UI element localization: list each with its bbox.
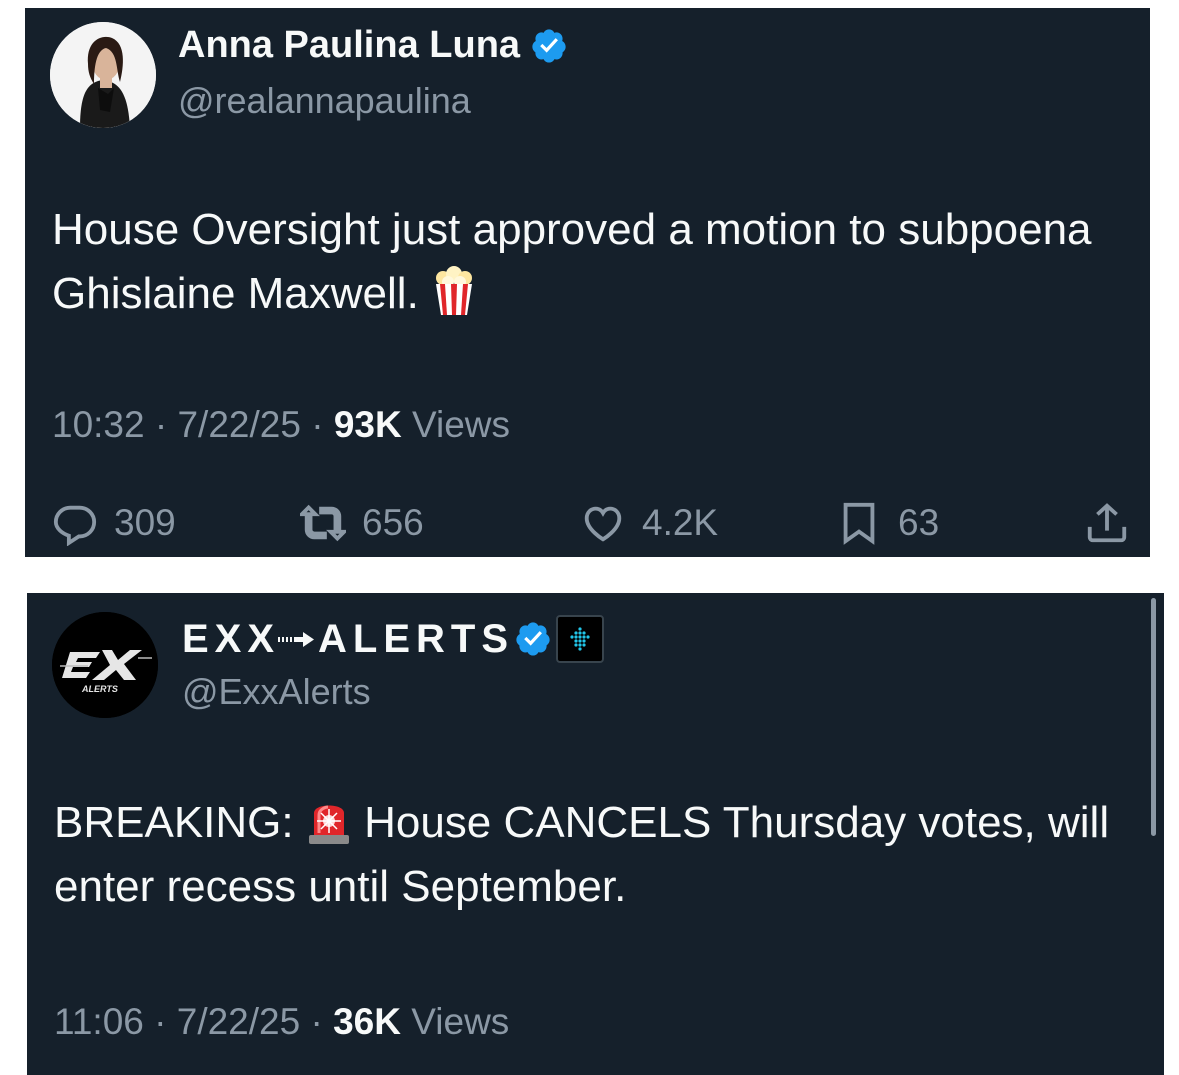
like-count: 4.2K [642,502,719,543]
tweet-meta: 10:32 · 7/22/25 · 93K Views [52,404,510,446]
views-label: Views [411,1001,510,1042]
meta-separator: · [311,404,324,445]
repost-count: 656 [362,502,424,543]
affiliate-logo-icon [570,627,590,651]
tweet-card-anna-paulina-luna[interactable]: Anna Paulina Luna @realannapaulina House… [25,8,1150,557]
tweet-text-lead: BREAKING: [54,798,306,847]
bookmark-button[interactable]: 63 [836,500,939,546]
profile-photo [50,22,156,128]
share-button[interactable] [1084,500,1130,546]
repost-icon [300,504,346,542]
display-name-right[interactable]: ALERTS [318,617,514,662]
avatar-text: ALERTS [81,684,118,694]
scrollbar[interactable] [1151,598,1156,836]
reply-icon [53,505,97,546]
display-name-row[interactable]: EXX ALERTS [182,615,605,663]
bookmark-icon [843,502,875,545]
tweet-date[interactable]: 7/22/25 [177,1001,300,1042]
tweet-time[interactable]: 10:32 [52,404,145,445]
arrow-right-icon [278,632,315,647]
police-light-emoji-icon [308,805,349,844]
verified-badge-icon [532,28,566,63]
repost-button[interactable]: 656 [300,500,424,546]
meta-separator: · [154,404,168,445]
tweet-card-exx-alerts[interactable]: ALERTS EXX ALERTS @ExxAlerts BREAKING: H… [27,593,1164,1075]
display-name-row[interactable]: Anna Paulina Luna [178,24,568,67]
action-bar: 309 656 4.2K 63 [52,500,1127,552]
tweet-text-main: House Oversight just approved a motion t… [52,205,1104,318]
tweet-text: BREAKING: House CANCELS Thursday votes, … [54,791,1154,919]
heart-icon [584,506,622,542]
tweet-time[interactable]: 11:06 [54,1001,144,1042]
views-count: 36K [333,1001,401,1042]
display-name-left[interactable]: EXX [182,617,280,662]
tweet-text: House Oversight just approved a motion t… [52,198,1132,326]
share-icon [1087,503,1127,543]
views-count: 93K [333,404,402,445]
meta-separator: · [154,1001,167,1042]
verified-badge-icon [516,622,550,656]
affiliate-badge[interactable] [556,615,605,663]
meta-separator: · [310,1001,323,1042]
handle[interactable]: @ExxAlerts [182,671,371,713]
reply-count: 309 [114,502,176,543]
avatar[interactable]: ALERTS [52,612,158,718]
reply-button[interactable]: 309 [52,500,176,546]
handle[interactable]: @realannapaulina [178,80,471,122]
bookmark-count: 63 [898,502,940,543]
tweet-meta: 11:06 · 7/22/25 · 36K Views [54,1001,509,1043]
like-button[interactable]: 4.2K [580,500,718,546]
display-name[interactable]: Anna Paulina Luna [178,24,520,67]
exx-alerts-logo-icon: ALERTS [52,612,158,718]
tweet-date[interactable]: 7/22/25 [177,404,300,445]
avatar[interactable] [50,22,156,128]
views-label: Views [412,404,511,445]
popcorn-emoji-icon [436,266,473,315]
